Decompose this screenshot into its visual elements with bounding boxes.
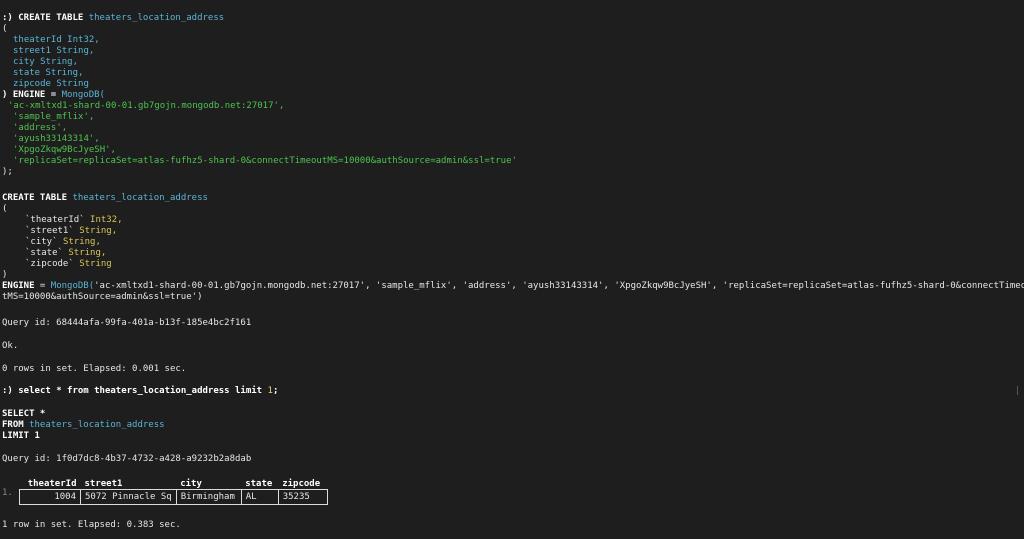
engine-function: MongoDB( bbox=[61, 90, 105, 100]
select-line: SELECT * bbox=[2, 409, 46, 419]
column-name: `street1` bbox=[25, 226, 74, 236]
table-cell: 35235 bbox=[277, 489, 328, 505]
column-name: `state` bbox=[25, 248, 63, 258]
column-def: `state` String, bbox=[25, 248, 106, 259]
keyword: FROM bbox=[2, 420, 30, 430]
column-type: Int32, bbox=[90, 215, 123, 225]
paren-open: ( bbox=[2, 204, 8, 214]
table-name: theaters_location_address bbox=[88, 13, 225, 23]
engine-arg: 'XpgoZkqw9BcJyeSH', bbox=[13, 145, 116, 155]
engine-keyword: ENGINE bbox=[2, 281, 35, 291]
paren-close: ) bbox=[2, 270, 8, 280]
column-def: state String, bbox=[13, 68, 84, 78]
column-type: String, bbox=[68, 248, 107, 258]
terminal-window[interactable]: :) CREATE TABLE theaters_location_addres… bbox=[0, 0, 1024, 539]
column-header: theaterId bbox=[19, 480, 81, 490]
query-id: Query id: 1f0d7dc8-4b37-4732-a428-a9232b… bbox=[2, 454, 252, 464]
table-cell: 1004 bbox=[19, 489, 81, 505]
select-command: select * from theaters_location_address … bbox=[18, 386, 268, 396]
engine-arg: 'address', bbox=[13, 123, 68, 133]
cursor-mark bbox=[1017, 386, 1018, 395]
column-def: zipcode String bbox=[13, 79, 89, 89]
column-header: city bbox=[176, 480, 242, 490]
keyword: CREATE TABLE bbox=[18, 13, 84, 23]
engine-args-cont: tMS=10000&authSource=admin&ssl=true') bbox=[2, 292, 203, 302]
table-name: theaters_location_address bbox=[29, 420, 165, 430]
engine-arg: 'ac-xmltxd1-shard-00-01.gb7gojn.mongodb.… bbox=[8, 101, 285, 111]
engine-args: 'ac-xmltxd1-shard-00-01.gb7gojn.mongodb.… bbox=[94, 281, 1024, 291]
engine-arg: 'ayush33143314', bbox=[13, 134, 100, 144]
status-ok: Ok. bbox=[2, 341, 19, 351]
column-header: state bbox=[241, 480, 279, 490]
column-name: `city` bbox=[25, 237, 58, 247]
engine-line: ENGINE = MongoDB('ac-xmltxd1-shard-00-01… bbox=[2, 281, 1024, 292]
table-name: theaters_location_address bbox=[72, 193, 208, 203]
formatted-query: CREATE TABLE theaters_location_address bbox=[2, 193, 208, 204]
column-def: `theaterId` Int32, bbox=[25, 215, 123, 226]
paren-open: ( bbox=[2, 24, 8, 34]
engine-arg: 'sample_mflix', bbox=[13, 112, 95, 122]
column-header: zipcode bbox=[278, 480, 328, 490]
table-header: theaterId street1 city state zipcode bbox=[19, 480, 328, 490]
column-def: `street1` String, bbox=[25, 226, 117, 237]
column-def: city String, bbox=[13, 57, 79, 67]
engine-line: ) ENGINE = MongoDB( bbox=[2, 90, 105, 101]
table-cell: AL bbox=[240, 489, 279, 505]
command-line: :) CREATE TABLE theaters_location_addres… bbox=[2, 13, 224, 24]
semicolon: ; bbox=[272, 386, 279, 396]
column-type: String bbox=[79, 259, 112, 269]
prompt: :) bbox=[2, 386, 13, 396]
engine-function: MongoDB( bbox=[50, 281, 95, 291]
prompt: :) bbox=[2, 13, 13, 23]
limit-line: LIMIT 1 bbox=[2, 431, 40, 441]
engine-keyword: ) ENGINE = bbox=[2, 90, 62, 100]
column-def: theaterId Int32, bbox=[13, 35, 100, 45]
query-id: Query id: 68444afa-99fa-401a-b13f-185e4b… bbox=[2, 318, 252, 328]
engine-arg: 'replicaSet=replicaSet=atlas-fufhz5-shar… bbox=[13, 156, 517, 166]
command-line: :) select * from theaters_location_addre… bbox=[2, 386, 278, 397]
from-line: FROM theaters_location_address bbox=[2, 420, 165, 431]
table-cell: 5072 Pinnacle Sq bbox=[80, 489, 177, 505]
column-def: `city` String, bbox=[25, 237, 101, 248]
column-type: String, bbox=[62, 237, 101, 247]
equals-sign: = bbox=[34, 281, 51, 291]
result-table: theaterId street1 city state zipcode 100… bbox=[19, 480, 328, 505]
table-cell: Birmingham bbox=[175, 489, 242, 505]
column-def: `zipcode` String bbox=[25, 259, 112, 270]
column-type: String, bbox=[79, 226, 118, 236]
paren-close: ); bbox=[2, 167, 13, 177]
elapsed-status: 0 rows in set. Elapsed: 0.001 sec. bbox=[2, 364, 187, 374]
keyword: CREATE TABLE bbox=[2, 193, 68, 203]
column-header: street1 bbox=[80, 480, 177, 490]
column-name: `zipcode` bbox=[25, 259, 74, 269]
elapsed-status: 1 row in set. Elapsed: 0.383 sec. bbox=[2, 520, 181, 530]
column-def: street1 String, bbox=[13, 46, 95, 56]
row-index: 1. bbox=[2, 488, 13, 498]
column-name: `theaterId` bbox=[25, 215, 85, 225]
table-row: 1004 5072 Pinnacle Sq Birmingham AL 3523… bbox=[19, 489, 328, 505]
